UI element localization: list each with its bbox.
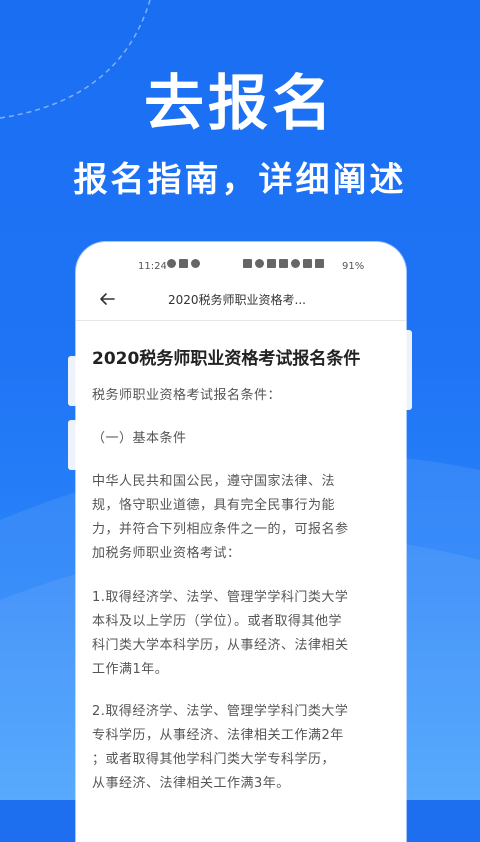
notification-icon <box>191 259 200 268</box>
signal-icon <box>303 259 312 268</box>
article-line: 中华人民共和国公民，遵守国家法律、法 <box>92 474 336 489</box>
status-bar: 11:24 91% <box>76 256 406 278</box>
battery-level: 91% <box>342 261 365 272</box>
nfc-icon <box>243 259 252 268</box>
article-line: 2.取得经济学、法学、管理学学科门类大学 <box>92 704 349 719</box>
divider <box>76 320 406 321</box>
article-line: 加税务师职业资格考试： <box>92 546 241 561</box>
image-icon <box>179 259 188 268</box>
hd-icon <box>267 259 276 268</box>
status-system-icons <box>243 259 324 268</box>
status-notification-icons <box>167 259 200 268</box>
status-time: 11:24 <box>138 261 167 272</box>
article-heading: （一）基本条件 <box>92 431 187 446</box>
hero-title: 去报名 <box>144 69 336 139</box>
arrow-left-icon[interactable] <box>98 290 116 308</box>
article-line: 力，并符合下列相应条件之一的，可报名参 <box>92 522 349 537</box>
app-bar: 2020税务师职业资格考... <box>76 282 406 316</box>
article-line: 本科及以上学历（学位）。或者取得其他学 <box>92 614 343 629</box>
alarm-icon <box>255 259 264 268</box>
article-line: 专科学历，从事经济、法律相关工作满2年 <box>92 728 344 743</box>
article-title: 2020税务师职业资格考试报名条件 <box>92 349 361 369</box>
notification-icon <box>167 259 176 268</box>
app-bar-title: 2020税务师职业资格考... <box>168 293 306 307</box>
vibrate-icon <box>279 259 288 268</box>
article-line: 1.取得经济学、法学、管理学学科门类大学 <box>92 590 349 605</box>
article-line: 工作满1年。 <box>92 662 169 677</box>
hero-subtitle: 报名指南，详细阐述 <box>73 160 407 200</box>
wifi-icon <box>291 259 300 268</box>
signal-icon <box>315 259 324 268</box>
phone-screen: 11:24 91% 2020税务师职业资格考... 2020税务师职业资格考试报… <box>76 242 406 842</box>
article-line: 科门类大学本科学历，从事经济、法律相关 <box>92 638 349 653</box>
article-line: 规，恪守职业道德，具有完全民事行为能 <box>92 498 336 513</box>
article-line: 从事经济、法律相关工作满3年。 <box>92 776 290 791</box>
article-line: ；或者取得其他学科门类大学专科学历， <box>92 752 336 767</box>
article-paragraph: 税务师职业资格考试报名条件： <box>92 388 282 403</box>
